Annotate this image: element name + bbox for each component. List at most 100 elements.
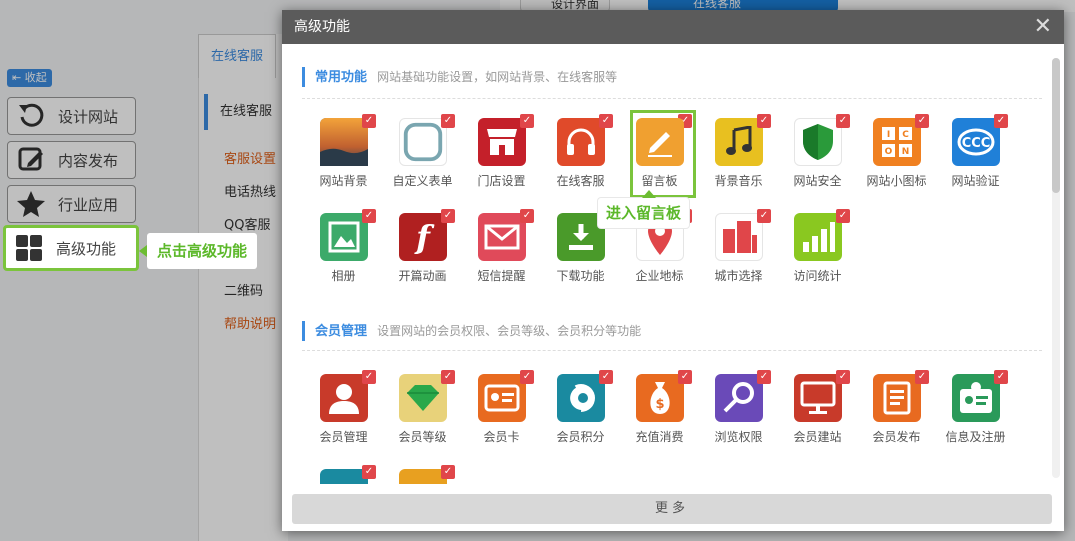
check-icon: ✓ xyxy=(362,114,376,128)
document-icon xyxy=(872,374,921,422)
member-feature-tile[interactable]: ✓ 会员卡 xyxy=(462,370,541,445)
member-feature-tile[interactable]: ✓ 浏览权限 xyxy=(699,370,778,445)
tile-label: 网站小图标 xyxy=(866,174,927,188)
common-feature-tile[interactable]: CCC ✓ 网站验证 xyxy=(936,114,1015,189)
tile-label: 网站安全 xyxy=(793,174,842,188)
tile-label: 城市选择 xyxy=(714,269,763,283)
blank-form-icon xyxy=(398,118,447,166)
member-feature-tile[interactable]: ✓ 会员管理 xyxy=(304,370,383,445)
tile-label: 网站背景 xyxy=(319,174,368,188)
common-feature-tile[interactable]: ✓ 网站背景 xyxy=(304,114,383,189)
callout-click-advanced: 点击高级功能 xyxy=(138,233,258,269)
common-feature-tile[interactable]: ✓ 门店设置 xyxy=(462,114,541,189)
tile-label: 留言板 xyxy=(641,174,678,188)
common-feature-tile[interactable]: I C O N ✓ 网站小图标 xyxy=(857,114,936,189)
common-feature-tile[interactable]: ✓ 背景音乐 xyxy=(699,114,778,189)
divider xyxy=(302,98,1042,99)
member-feature-tile[interactable]: ✓ 会员建站 xyxy=(778,370,857,445)
section-desc: 设置网站的会员权限、会员等级、会员积分等功能 xyxy=(377,324,642,338)
dialog-scrollbar[interactable] xyxy=(1052,58,1060,478)
partial-feature-icon xyxy=(319,469,368,484)
section-member-title: 会员管理 设置网站的会员权限、会员等级、会员积分等功能 xyxy=(302,321,641,341)
bar-chart-icon xyxy=(793,213,842,261)
headset-icon xyxy=(556,118,605,166)
tile-label: 访问统计 xyxy=(793,269,842,283)
common-feature-tile[interactable]: ✓ 短信提醒 xyxy=(462,209,541,284)
check-icon: ✓ xyxy=(441,209,455,223)
album-icon xyxy=(319,213,368,261)
check-icon: ✓ xyxy=(994,114,1008,128)
member-feature-tile[interactable]: ✓ 会员等级 xyxy=(383,370,462,445)
check-icon: ✓ xyxy=(520,370,534,384)
check-icon: ✓ xyxy=(362,465,376,479)
tile-label: 会员等级 xyxy=(398,430,447,444)
tile-label: 门店设置 xyxy=(477,174,526,188)
check-icon: ✓ xyxy=(520,114,534,128)
shield-icon xyxy=(793,118,842,166)
common-feature-tile[interactable]: ✓ 访问统计 xyxy=(778,209,857,284)
icon-grid-icon: I CON xyxy=(872,118,921,166)
key-icon xyxy=(714,374,763,422)
sunset-icon xyxy=(319,118,368,166)
nav-label: 高级功能 xyxy=(56,239,117,258)
member-features-grid: ✓ 会员管理 ✓ 会员等级 ✓ 会员卡 ✓ 会员积分 $ ✓ 充值消费 ✓ 浏览权限 ✓ 会员建站 ✓ 会员发布… xyxy=(304,370,1015,484)
tile-label: 背景音乐 xyxy=(714,174,763,188)
nav-advanced-features[interactable]: 高级功能 xyxy=(3,225,139,271)
flash-icon: f xyxy=(398,213,447,261)
check-icon: ✓ xyxy=(915,370,929,384)
store-icon xyxy=(477,118,526,166)
check-icon: ✓ xyxy=(599,370,613,384)
check-icon: ✓ xyxy=(520,209,534,223)
common-feature-tile[interactable]: ✓ 留言板 xyxy=(620,110,699,198)
common-feature-tile[interactable]: ✓ 自定义表单 xyxy=(383,114,462,189)
member-feature-tile[interactable]: $ ✓ 充值消费 xyxy=(620,370,699,445)
svg-text:I: I xyxy=(886,130,889,140)
check-icon: ✓ xyxy=(836,370,850,384)
member-feature-tile[interactable]: ✓ 信息及注册 xyxy=(936,370,1015,445)
check-icon: ✓ xyxy=(994,370,1008,384)
more-button[interactable]: 更多 xyxy=(292,494,1052,524)
close-icon[interactable]: ✕ xyxy=(1034,10,1052,44)
tile-label: 短信提醒 xyxy=(477,269,526,283)
check-icon: ✓ xyxy=(915,114,929,128)
check-icon: ✓ xyxy=(441,465,455,479)
svg-text:O: O xyxy=(884,147,892,157)
section-name: 常用功能 xyxy=(315,70,368,85)
tile-label: 相册 xyxy=(331,269,356,283)
dialog-header: 高级功能 ✕ xyxy=(282,10,1064,44)
common-feature-tile[interactable]: ✓ 在线客服 xyxy=(541,114,620,189)
member-feature-tile-partial[interactable]: ✓ xyxy=(304,465,383,484)
advanced-features-dialog: 高级功能 ✕ 常用功能 网站基础功能设置，如网站背景、在线客服等 ✓ 网站背景 ✓ 自… xyxy=(282,10,1064,531)
common-feature-tile[interactable]: ✓ 网站安全 xyxy=(778,114,857,189)
id-card-icon xyxy=(951,374,1000,422)
svg-text:N: N xyxy=(901,147,909,157)
member-feature-tile[interactable]: ✓ 会员发布 xyxy=(857,370,936,445)
dialog-body: 常用功能 网站基础功能设置，如网站背景、在线客服等 ✓ 网站背景 ✓ 自定义表单 ✓ 门店… xyxy=(282,44,1064,484)
section-desc: 网站基础功能设置，如网站背景、在线客服等 xyxy=(377,70,618,84)
money-bag-icon: $ xyxy=(635,374,684,422)
callout-enter-message-board: 进入留言板 xyxy=(598,190,690,228)
scrollbar-thumb[interactable] xyxy=(1052,58,1060,193)
common-feature-tile[interactable]: ✓ 城市选择 xyxy=(699,209,778,284)
member-feature-tile-partial[interactable]: ✓ xyxy=(383,465,462,484)
section-common-title: 常用功能 网站基础功能设置，如网站背景、在线客服等 xyxy=(302,67,617,87)
check-icon: ✓ xyxy=(757,114,771,128)
tile-label: 企业地标 xyxy=(635,269,684,283)
member-feature-tile[interactable]: ✓ 会员积分 xyxy=(541,370,620,445)
common-feature-tile[interactable]: f ✓ 开篇动画 xyxy=(383,209,462,284)
check-icon: ✓ xyxy=(836,209,850,223)
check-icon: ✓ xyxy=(836,114,850,128)
tile-label: 会员发布 xyxy=(872,430,921,444)
check-icon: ✓ xyxy=(441,114,455,128)
dialog-title: 高级功能 xyxy=(294,19,350,35)
tile-label: 会员建站 xyxy=(793,430,842,444)
music-note-icon xyxy=(714,118,763,166)
grid-icon xyxy=(14,233,44,263)
check-icon: ✓ xyxy=(757,209,771,223)
partial-feature-icon xyxy=(398,469,447,484)
tile-label: 网站验证 xyxy=(951,174,1000,188)
check-icon: ✓ xyxy=(599,114,613,128)
common-feature-tile[interactable]: ✓ 相册 xyxy=(304,209,383,284)
points-icon xyxy=(556,374,605,422)
check-icon: ✓ xyxy=(757,370,771,384)
